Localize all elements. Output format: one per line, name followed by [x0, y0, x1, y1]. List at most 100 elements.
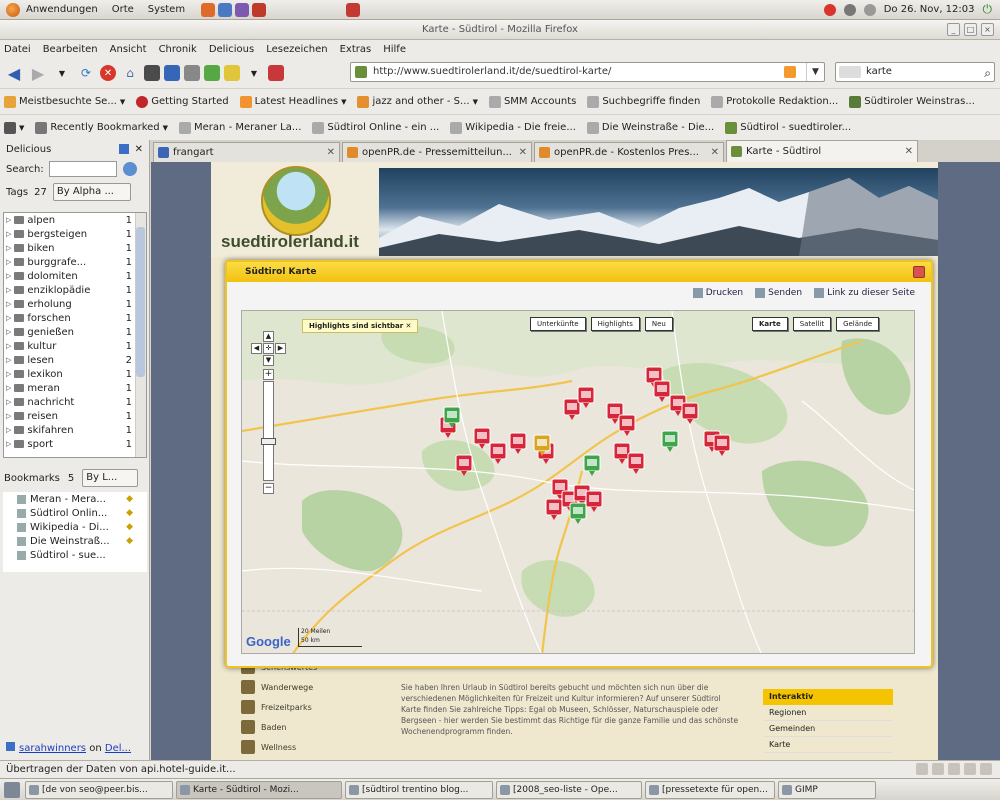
tag-item[interactable]: ▷ erholung 1 [4, 297, 146, 311]
bookmark-jazz[interactable]: jazz and other - S... ▼ [357, 95, 478, 108]
menu-history[interactable]: Chronik [159, 44, 197, 55]
status-addon-icon[interactable] [980, 763, 992, 775]
bookmark-suedtirol-online[interactable]: Südtirol Online - ein ... [312, 121, 439, 134]
menu-bookmarks[interactable]: Lesezeichen [266, 44, 327, 55]
url-text[interactable]: http://www.suedtirolerland.it/de/suedtir… [373, 66, 611, 77]
zoom-slider[interactable] [261, 381, 276, 481]
search-box[interactable]: karte ⌕ [835, 62, 995, 82]
tags-sort-select[interactable]: By Alpha ... [52, 183, 131, 201]
tag-item[interactable]: ▷ forschen 1 [4, 311, 146, 325]
clock[interactable]: Do 26. Nov, 12:03 [884, 4, 975, 15]
expand-icon[interactable]: ▷ [6, 384, 11, 392]
taskbar-window-button[interactable]: [pressetexte für open... [645, 780, 775, 799]
close-icon[interactable]: ✕ [405, 322, 411, 330]
expand-icon[interactable]: ▷ [6, 314, 11, 322]
browser-tab[interactable]: openPR.de - Kostenlos Pres... ✕ [534, 142, 724, 162]
taskbar-window-button[interactable]: Karte - Südtirol - Mozi... [176, 780, 342, 799]
history-dropdown-icon[interactable]: ▼ [52, 63, 72, 83]
places-menu[interactable]: Orte [112, 4, 134, 15]
pan-center-icon[interactable]: ✛ [263, 343, 274, 354]
back-icon[interactable]: ◀ [4, 63, 24, 83]
tag-list[interactable]: ▷ alpen 1 ▷ bergsteigen 1 ▷ biken 1 ▷ burggrafe...… [3, 212, 147, 458]
pan-right-icon[interactable]: ▶ [275, 343, 286, 354]
minimize-icon[interactable]: _ [947, 23, 960, 36]
user-link[interactable]: sarahwinners [19, 743, 86, 754]
search-text[interactable]: karte [866, 66, 892, 77]
google-logo[interactable]: Google [246, 634, 291, 649]
bookmark-item[interactable]: Wikipedia - Di... ◆ [3, 520, 147, 534]
close-tab-icon[interactable]: ✕ [711, 147, 719, 158]
addon-icon[interactable] [204, 65, 220, 81]
bookmark-getting-started[interactable]: Getting Started [136, 95, 229, 108]
bookmark-suchbegriffe[interactable]: Suchbegriffe finden [587, 95, 700, 108]
expand-icon[interactable]: ▷ [6, 328, 11, 336]
expand-icon[interactable]: ▷ [6, 440, 11, 448]
pan-left-icon[interactable]: ◀ [251, 343, 262, 354]
bookmark-weinstrasse[interactable]: Südtiroler Weinstras... [849, 95, 975, 108]
status-addon-icon[interactable] [916, 763, 928, 775]
right-box-item[interactable]: Karte [763, 737, 893, 753]
expand-icon[interactable]: ▷ [6, 272, 11, 280]
expand-icon[interactable]: ▷ [6, 370, 11, 378]
power-icon[interactable]: ⏻ [983, 2, 993, 17]
delicious-menu[interactable]: ▼ [4, 121, 24, 134]
close-tab-icon[interactable]: ✕ [519, 147, 527, 158]
scrollbar-thumb[interactable] [136, 227, 145, 377]
close-icon[interactable]: ✕ [135, 144, 143, 155]
pan-down-icon[interactable]: ▼ [263, 355, 274, 366]
tag-item[interactable]: ▷ lexikon 1 [4, 367, 146, 381]
maximize-icon[interactable]: □ [964, 23, 977, 36]
bookmark-item[interactable]: Südtirol Onlin... ◆ [3, 506, 147, 520]
home-icon[interactable]: ⌂ [120, 63, 140, 83]
site-side-link[interactable]: Wellness [221, 737, 366, 757]
sidebar-search-input[interactable] [48, 161, 117, 177]
tag-list-scrollbar[interactable] [135, 213, 146, 457]
bookmark-latest-headlines[interactable]: Latest Headlines ▼ [239, 95, 346, 108]
menu-edit[interactable]: Bearbeiten [43, 44, 98, 55]
menu-view[interactable]: Ansicht [110, 44, 147, 55]
expand-icon[interactable]: ▷ [6, 342, 11, 350]
site-side-link[interactable]: Freizeitparks [221, 697, 366, 717]
help-launcher-icon[interactable] [252, 2, 267, 17]
print-icon[interactable] [184, 65, 200, 81]
system-menu[interactable]: System [148, 4, 185, 15]
menu-tools[interactable]: Extras [340, 44, 372, 55]
bookmark-protokolle[interactable]: Protokolle Redaktion... [711, 95, 838, 108]
delicious-tag-icon[interactable] [268, 65, 284, 81]
site-side-link[interactable]: Baden [221, 717, 366, 737]
bookmarks-button-icon[interactable] [164, 65, 180, 81]
filter-accommodations-button[interactable]: Unterkünfte [530, 317, 586, 331]
tag-item[interactable]: ▷ nachricht 1 [4, 395, 146, 409]
expand-icon[interactable]: ▷ [6, 286, 11, 294]
tray-app-icon[interactable] [346, 2, 361, 17]
browser-tab[interactable]: openPR.de - Pressemitteilun... ✕ [342, 142, 532, 162]
update-notifier-icon[interactable] [823, 3, 836, 16]
zoom-slider-knob[interactable] [261, 438, 276, 445]
rss-feed-icon[interactable] [784, 66, 796, 78]
status-addon-icon[interactable] [964, 763, 976, 775]
permalink-link[interactable]: Link zu dieser Seite [814, 288, 915, 298]
applications-menu[interactable]: Anwendungen [26, 4, 98, 15]
reload-icon[interactable]: ⟳ [76, 63, 96, 83]
tag-item[interactable]: ▷ burggrafe... 1 [4, 255, 146, 269]
menu-delicious[interactable]: Delicious [209, 44, 254, 55]
bookmark-smm[interactable]: SMM Accounts [488, 95, 576, 108]
forward-icon[interactable]: ▶ [28, 63, 48, 83]
menu-file[interactable]: Datei [4, 44, 31, 55]
tag-item[interactable]: ▷ dolomiten 1 [4, 269, 146, 283]
expand-icon[interactable]: ▷ [6, 412, 11, 420]
expand-icon[interactable]: ▷ [6, 356, 11, 364]
right-box-item[interactable]: Gemeinden [763, 721, 893, 737]
bookmark-meran[interactable]: Meran - Meraner La... [179, 121, 301, 134]
url-bar[interactable]: http://www.suedtirolerland.it/de/suedtir… [350, 62, 825, 82]
status-addon-icon[interactable] [932, 763, 944, 775]
taskbar-window-button[interactable]: [de von seo@peer.bis... [25, 780, 173, 799]
bookmark-item[interactable]: Südtirol - sue... [3, 548, 147, 562]
status-addon-icon[interactable] [948, 763, 960, 775]
filter-new-button[interactable]: Neu [644, 317, 673, 331]
expand-icon[interactable]: ▷ [6, 258, 11, 266]
site-side-link[interactable]: Wanderwege [221, 677, 366, 697]
bookmark-most-visited[interactable]: Meistbesuchte Se... ▼ [4, 95, 125, 108]
filter-highlights-button[interactable]: Highlights [590, 317, 640, 331]
expand-icon[interactable]: ▷ [6, 300, 11, 308]
